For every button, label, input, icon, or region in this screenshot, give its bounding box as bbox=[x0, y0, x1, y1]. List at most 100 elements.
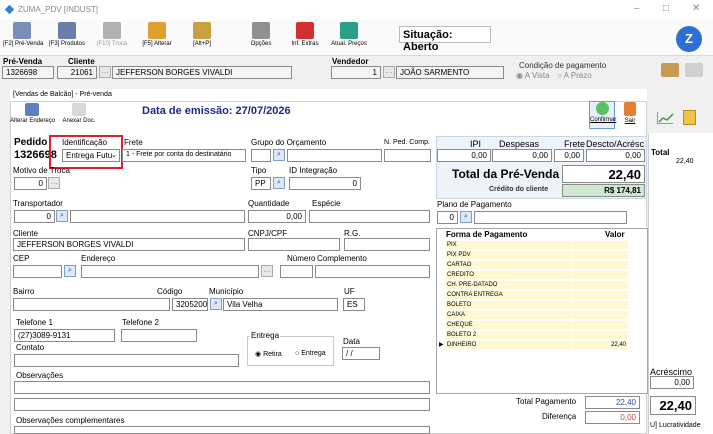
frete-select[interactable]: 1 - Frete por conta do destinatário bbox=[122, 149, 246, 162]
a-prazo-radio[interactable]: ○ A Prazo bbox=[557, 71, 592, 80]
atual-precos-button[interactable]: Atual. Preços bbox=[327, 22, 371, 47]
retira-radio[interactable]: ◉ Retira bbox=[255, 350, 282, 358]
payment-row[interactable]: CHEQUE bbox=[436, 321, 646, 329]
cliente-search-icon[interactable]: … bbox=[99, 66, 111, 78]
descto-field[interactable]: 0,00 bbox=[586, 149, 645, 162]
plano-search-icon[interactable]: ⌕ bbox=[460, 211, 472, 223]
payment-forma: PIX bbox=[446, 241, 571, 249]
transportador-search-icon[interactable]: ⌕ bbox=[56, 210, 68, 222]
contato-field[interactable] bbox=[14, 354, 239, 367]
payment-row[interactable]: PIX PDV bbox=[436, 251, 646, 259]
nped-label: N. Ped. Comp. bbox=[384, 139, 430, 146]
especie-field[interactable] bbox=[309, 210, 430, 223]
bairro-field[interactable] bbox=[13, 298, 170, 311]
endereco-edit-icon[interactable]: … bbox=[261, 265, 273, 277]
endereco-field[interactable] bbox=[81, 265, 259, 278]
cliente-codigo-field[interactable]: 21061 bbox=[57, 66, 97, 79]
numero-field[interactable] bbox=[280, 265, 313, 278]
payment-valor bbox=[572, 281, 628, 289]
obs-complementares-field[interactable] bbox=[14, 426, 430, 434]
cep-label: CEP bbox=[13, 254, 30, 263]
despesas-field[interactable]: 0,00 bbox=[492, 149, 552, 162]
chart-icon[interactable] bbox=[657, 112, 674, 124]
municipio-search-icon[interactable]: ⌕ bbox=[210, 298, 222, 310]
lucratividade-tab[interactable]: U] Lucratividade bbox=[650, 422, 701, 429]
tipo-search-icon[interactable]: ⌕ bbox=[273, 177, 285, 189]
numero-label: Número bbox=[287, 254, 316, 263]
frete-total-field[interactable]: 0,00 bbox=[554, 149, 584, 162]
payment-forma: CH. PRE-DATADO bbox=[446, 281, 571, 289]
alt-p-button[interactable]: [Alt+P] bbox=[182, 22, 222, 47]
payment-row[interactable]: CH. PRE-DATADO bbox=[436, 281, 646, 289]
payment-row[interactable]: BOLETO 2 bbox=[436, 331, 646, 339]
payment-row[interactable]: CREDITO bbox=[436, 271, 646, 279]
cep-search-icon[interactable]: ⌕ bbox=[64, 265, 76, 277]
print-icon[interactable] bbox=[685, 63, 703, 77]
observacoes-field[interactable] bbox=[14, 381, 430, 394]
cnpj-label: CNPJ/CPF bbox=[248, 229, 288, 238]
confirmar-button[interactable]: Confirmar bbox=[589, 101, 616, 129]
contato-label: Contato bbox=[16, 343, 45, 352]
telefone1-field[interactable]: (27)3089-9131 bbox=[14, 329, 115, 342]
payment-row[interactable]: CARTAO bbox=[436, 261, 646, 269]
tab-title: [Vendas de Balcão] - Pré-venda bbox=[10, 89, 647, 102]
telefone1-label: Telefone 1 bbox=[16, 318, 53, 327]
telefone2-field[interactable] bbox=[121, 329, 197, 342]
payment-row[interactable]: PIX bbox=[436, 241, 646, 249]
cliente-field[interactable]: JEFFERSON BORGES VIVALDI bbox=[13, 238, 245, 251]
total-pre-venda-value: 22,40 bbox=[562, 165, 645, 183]
entrega-radio[interactable]: ○ Entrega bbox=[295, 350, 326, 357]
motivo-search-icon[interactable]: … bbox=[48, 177, 60, 189]
alterar-endereco-button[interactable]: Alterar Endereço bbox=[10, 103, 55, 124]
rg-field[interactable] bbox=[344, 238, 430, 251]
motivo-troca-field[interactable]: 0 bbox=[14, 177, 47, 190]
minimize-button[interactable]: – bbox=[634, 3, 640, 14]
acrescimo-field[interactable]: 0,00 bbox=[650, 376, 694, 389]
vendedor-codigo-field[interactable]: 1 bbox=[331, 66, 381, 79]
ipi-field[interactable]: 0,00 bbox=[437, 149, 491, 162]
nped-field[interactable] bbox=[384, 149, 431, 162]
payment-row[interactable]: ▶ DINHEIRO 22,40 bbox=[436, 341, 646, 349]
pre-venda-label: Pré-Venda bbox=[3, 57, 43, 66]
payment-valor bbox=[572, 321, 628, 329]
pre-venda-button[interactable]: [F2] Pré-Venda bbox=[3, 22, 43, 47]
bairro-label: Bairro bbox=[13, 287, 35, 296]
inf-extras-button[interactable]: Inf. Extras bbox=[285, 22, 325, 47]
uf-field[interactable]: ES bbox=[343, 298, 365, 311]
payment-row[interactable]: CONTRA ENTREGA bbox=[436, 291, 646, 299]
complemento-label: Complemento bbox=[317, 254, 367, 263]
grupo-search-icon[interactable]: ⌕ bbox=[273, 149, 285, 161]
side-total-label: Total bbox=[651, 148, 670, 157]
id-integracao-field[interactable]: 0 bbox=[289, 177, 361, 190]
transportador-field[interactable]: 0 bbox=[14, 210, 55, 223]
complemento-field[interactable] bbox=[315, 265, 430, 278]
cart-icon bbox=[58, 22, 76, 39]
anexar-doc-button[interactable]: Anexar Doc. bbox=[60, 103, 98, 124]
cep-field[interactable] bbox=[13, 265, 62, 278]
vendedor-search-icon[interactable]: … bbox=[383, 66, 395, 78]
credito-label: Crédito do cliente bbox=[489, 186, 549, 193]
grupo-field[interactable] bbox=[251, 149, 271, 162]
produtos-button[interactable]: [F3] Produtos bbox=[47, 22, 87, 47]
pre-venda-field[interactable]: 1326698 bbox=[2, 66, 54, 79]
close-button[interactable]: ✕ bbox=[692, 3, 700, 14]
data-field[interactable]: / / bbox=[342, 347, 380, 360]
truck-icon[interactable] bbox=[661, 63, 679, 77]
maximize-button[interactable]: □ bbox=[663, 3, 669, 14]
plano-field[interactable]: 0 bbox=[437, 211, 458, 224]
alterar-button[interactable]: [F5] Alterar bbox=[137, 22, 177, 47]
cnpj-field[interactable] bbox=[248, 238, 340, 251]
a-vista-radio[interactable]: ◉ A Vista bbox=[516, 71, 550, 80]
payment-forma: CAIXA bbox=[446, 311, 571, 319]
codigo-municipio-field[interactable]: 3205200 bbox=[172, 298, 208, 311]
sair-button[interactable]: Sair bbox=[620, 102, 640, 124]
observacoes-field-2[interactable] bbox=[14, 398, 430, 411]
payment-row[interactable]: BOLETO bbox=[436, 301, 646, 309]
troca-button[interactable]: [F10] Troca bbox=[92, 22, 132, 47]
quantidade-field[interactable]: 0,00 bbox=[248, 210, 306, 223]
payment-row[interactable]: CAIXA bbox=[436, 311, 646, 319]
payment-forma: CARTAO bbox=[446, 261, 571, 269]
tipo-field[interactable]: PP bbox=[251, 177, 271, 190]
clipboard-icon[interactable] bbox=[683, 110, 696, 125]
opcoes-button[interactable]: Opções bbox=[241, 22, 281, 47]
